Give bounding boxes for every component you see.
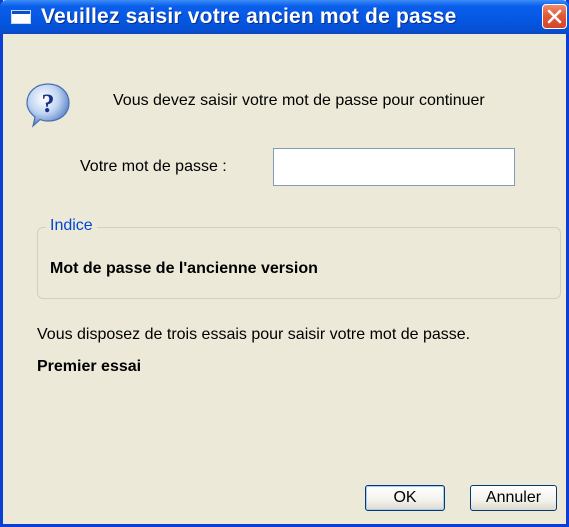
ok-button[interactable]: OK <box>365 485 445 511</box>
svg-text:?: ? <box>42 89 55 118</box>
password-input[interactable] <box>273 148 515 186</box>
close-icon <box>547 9 562 24</box>
window-title: Veuillez saisir votre ancien mot de pass… <box>41 5 457 28</box>
attempt-status: Premier essai <box>37 358 142 375</box>
attempts-info: Vous disposez de trois essais pour saisi… <box>37 326 471 343</box>
hint-legend: Indice <box>46 217 97 235</box>
password-label: Votre mot de passe : <box>80 158 227 175</box>
window-icon <box>11 10 31 24</box>
question-icon: ? <box>26 83 70 128</box>
dialog-message: Vous devez saisir votre mot de passe pou… <box>113 92 485 109</box>
hint-text: Mot de passe de l'ancienne version <box>50 260 318 277</box>
title-bar[interactable]: Veuillez saisir votre ancien mot de pass… <box>0 0 569 34</box>
cancel-button[interactable]: Annuler <box>470 485 557 511</box>
close-button[interactable] <box>542 4 567 29</box>
password-dialog: Veuillez saisir votre ancien mot de pass… <box>0 0 569 527</box>
hint-groupbox: Indice Mot de passe de l'ancienne versio… <box>37 217 561 299</box>
